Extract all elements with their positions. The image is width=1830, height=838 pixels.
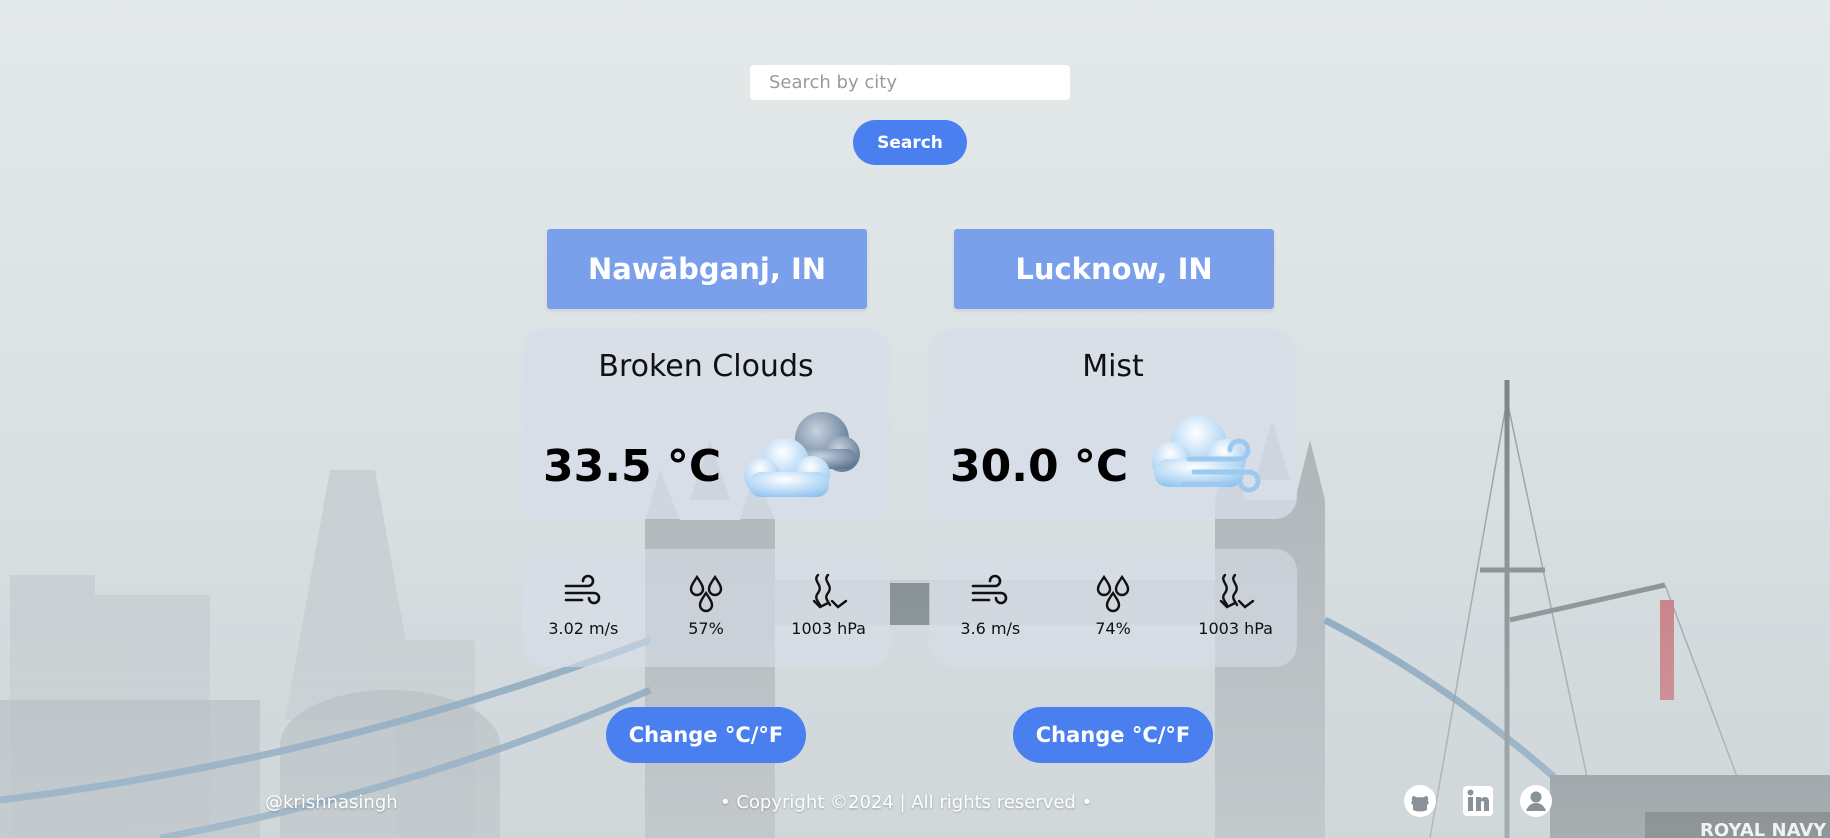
details-card: 3.02 m/s 57% 1003 hPa bbox=[522, 549, 890, 667]
linkedin-link[interactable] bbox=[1461, 784, 1495, 818]
unit-toggle-button[interactable]: Change °C/°F bbox=[1013, 707, 1213, 763]
pressure-icon bbox=[1219, 573, 1254, 609]
pressure-detail: 1003 hPa bbox=[1181, 571, 1291, 638]
temperature: 30.0 °C bbox=[950, 441, 1129, 492]
unit-toggle-button[interactable]: Change °C/°F bbox=[606, 707, 806, 763]
wind-speed: 3.02 m/s bbox=[548, 619, 619, 638]
humidity-icon bbox=[689, 574, 723, 613]
weather-condition: Mist bbox=[1082, 349, 1144, 384]
wind-detail: 3.6 m/s bbox=[935, 571, 1045, 638]
humidity-value: 57% bbox=[688, 619, 724, 638]
humidity-icon bbox=[1096, 574, 1130, 613]
author-handle[interactable]: @krishnasingh bbox=[265, 792, 398, 813]
weather-condition: Broken Clouds bbox=[598, 349, 814, 384]
wind-detail: 3.02 m/s bbox=[528, 571, 638, 638]
humidity-value: 74% bbox=[1095, 619, 1131, 638]
pressure-detail: 1003 hPa bbox=[774, 571, 884, 638]
github-icon bbox=[1404, 785, 1436, 817]
mist-icon bbox=[1152, 416, 1261, 493]
humidity-detail: 74% bbox=[1058, 571, 1168, 638]
profile-link[interactable] bbox=[1519, 784, 1553, 818]
temperature: 33.5 °C bbox=[543, 441, 722, 492]
city-title: Lucknow, IN bbox=[954, 229, 1274, 309]
wind-icon bbox=[972, 574, 1008, 605]
wind-icon bbox=[565, 574, 601, 605]
pressure-icon bbox=[812, 573, 847, 609]
current-conditions-card: Mist 30.0 °C bbox=[929, 329, 1297, 519]
profile-icon bbox=[1520, 785, 1552, 817]
pressure-value: 1003 hPa bbox=[1198, 619, 1273, 638]
copyright-text: • Copyright ©2024 | All rights reserved … bbox=[720, 792, 1093, 813]
github-link[interactable] bbox=[1403, 784, 1437, 818]
search-input[interactable] bbox=[750, 65, 1070, 100]
search-button[interactable]: Search bbox=[853, 120, 967, 165]
humidity-detail: 57% bbox=[651, 571, 761, 638]
pressure-value: 1003 hPa bbox=[791, 619, 866, 638]
details-card: 3.6 m/s 74% 1003 hPa bbox=[929, 549, 1297, 667]
city-title: Nawābganj, IN bbox=[547, 229, 867, 309]
broken-clouds-icon bbox=[744, 412, 860, 497]
wind-speed: 3.6 m/s bbox=[960, 619, 1021, 638]
current-conditions-card: Broken Clouds 33.5 °C bbox=[522, 329, 890, 519]
linkedin-icon bbox=[1463, 786, 1493, 816]
